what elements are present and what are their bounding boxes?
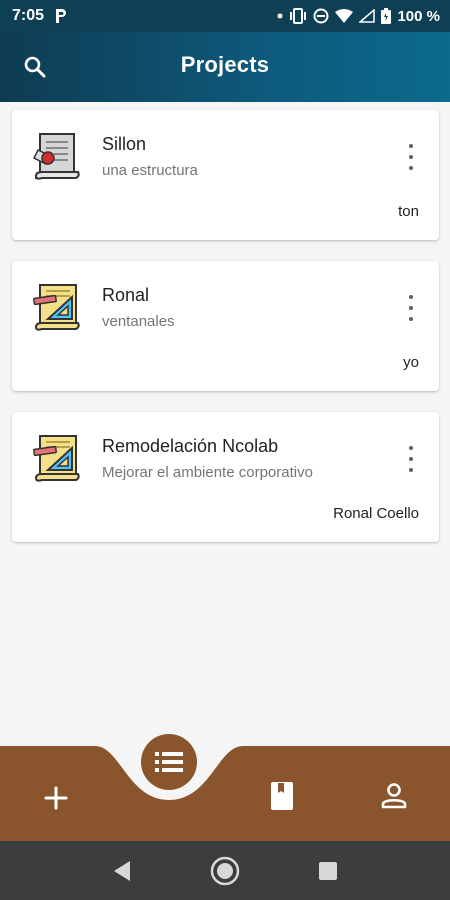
more-options-button[interactable] bbox=[403, 295, 419, 321]
battery-percent: 100 % bbox=[397, 7, 440, 25]
vibrate-icon bbox=[289, 8, 307, 24]
project-title: Ronal bbox=[102, 285, 150, 305]
project-owner: ton bbox=[398, 203, 419, 220]
home-button[interactable] bbox=[205, 851, 245, 891]
project-card[interactable]: Ronal ventanales yo bbox=[12, 261, 439, 391]
person-icon bbox=[381, 783, 407, 809]
document-stamp-icon bbox=[32, 130, 84, 182]
blueprint-icon bbox=[32, 432, 84, 484]
dot bbox=[409, 155, 413, 159]
book-icon bbox=[271, 782, 293, 810]
dot bbox=[409, 295, 413, 299]
project-subtitle: una estructura bbox=[102, 162, 198, 179]
project-title: Sillon bbox=[102, 134, 147, 154]
project-card[interactable]: Remodelación Ncolab Mejorar el ambiente … bbox=[12, 412, 439, 542]
battery-icon bbox=[381, 8, 392, 24]
back-triangle-icon bbox=[113, 860, 130, 881]
system-navigation-bar bbox=[0, 841, 450, 900]
project-card[interactable]: Sillon una estructura ton bbox=[12, 110, 439, 240]
wifi-icon bbox=[335, 9, 354, 23]
screen: 7:05 100 % Projects Sillon una estructur… bbox=[0, 0, 450, 900]
dot bbox=[409, 468, 413, 472]
project-owner: Ronal Coello bbox=[333, 505, 419, 522]
bottom-navigation bbox=[0, 746, 450, 841]
projects-list-button[interactable] bbox=[141, 734, 197, 790]
status-bar: 7:05 100 % bbox=[0, 0, 450, 32]
profile-button[interactable] bbox=[374, 776, 414, 816]
recents-button[interactable] bbox=[308, 851, 348, 891]
add-icon bbox=[44, 786, 68, 810]
dot bbox=[409, 166, 413, 170]
more-options-button[interactable] bbox=[403, 144, 419, 170]
recents-square-icon bbox=[319, 861, 338, 880]
project-list: Sillon una estructura ton Ronal ventanal… bbox=[12, 110, 439, 563]
signal-icon bbox=[359, 9, 376, 23]
blueprint-icon bbox=[32, 281, 84, 333]
page-title: Projects bbox=[180, 52, 270, 77]
home-circle-icon bbox=[210, 856, 240, 885]
parking-notification-icon bbox=[54, 8, 68, 24]
library-button[interactable] bbox=[262, 776, 302, 816]
project-subtitle: ventanales bbox=[102, 313, 175, 330]
dot-icon bbox=[277, 13, 283, 19]
status-time: 7:05 bbox=[12, 7, 45, 24]
dot bbox=[409, 317, 413, 321]
app-bar: Projects bbox=[0, 32, 450, 102]
back-button[interactable] bbox=[102, 851, 142, 891]
dot bbox=[409, 144, 413, 148]
status-left: 7:05 bbox=[12, 7, 68, 25]
project-owner: yo bbox=[403, 354, 419, 371]
dot bbox=[409, 457, 413, 461]
list-icon bbox=[155, 752, 183, 772]
status-right: 100 % bbox=[277, 8, 440, 25]
do-not-disturb-icon bbox=[313, 8, 329, 24]
project-title: Remodelación Ncolab bbox=[102, 436, 279, 456]
project-subtitle: Mejorar el ambiente corporativo bbox=[102, 464, 313, 481]
dot bbox=[409, 306, 413, 310]
more-options-button[interactable] bbox=[403, 446, 419, 472]
dot bbox=[409, 446, 413, 450]
add-project-button[interactable] bbox=[36, 778, 76, 818]
